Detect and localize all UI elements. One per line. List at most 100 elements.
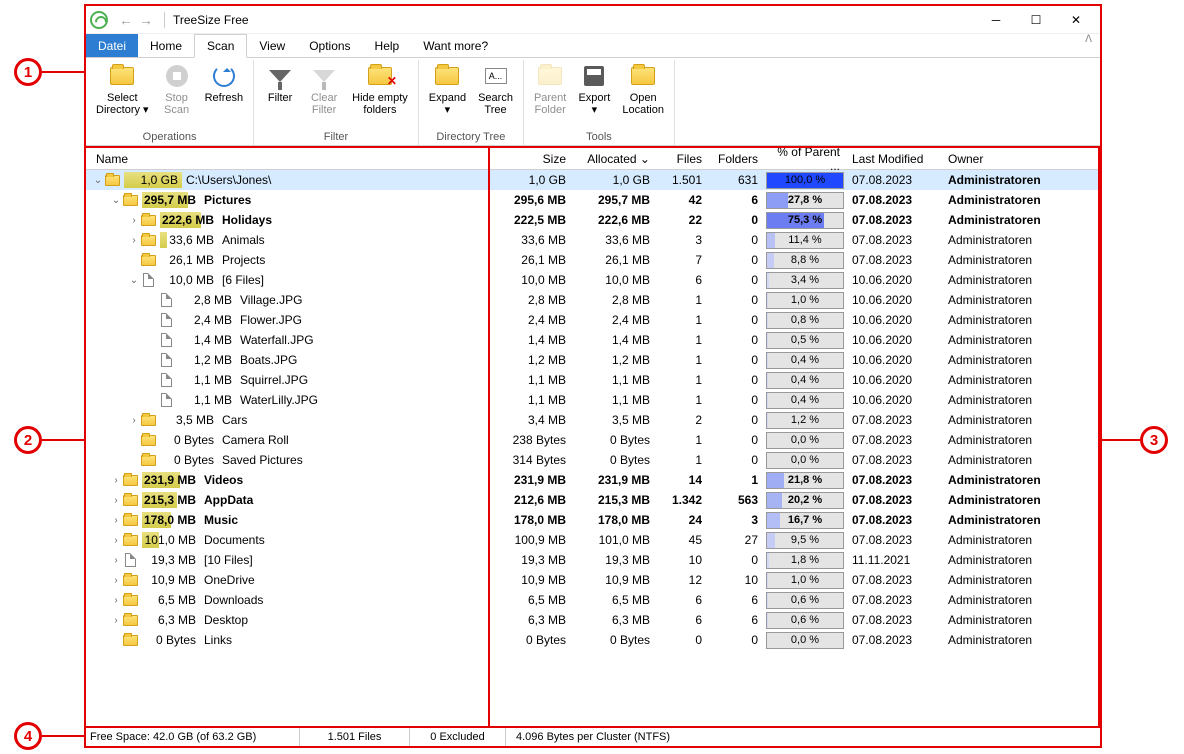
menu-options[interactable]: Options: [297, 34, 362, 57]
detail-row[interactable]: 178,0 MB178,0 MB24316,7 %07.08.2023Admin…: [490, 510, 1098, 530]
detail-row[interactable]: 238 Bytes0 Bytes100,0 %07.08.2023Adminis…: [490, 430, 1098, 450]
expand-toggle-icon[interactable]: ›: [110, 555, 122, 566]
export-button[interactable]: Export▾: [572, 60, 616, 131]
detail-row[interactable]: 1,4 MB1,4 MB100,5 %10.06.2020Administrat…: [490, 330, 1098, 350]
tree-row[interactable]: ›33,6 MBAnimals: [86, 230, 488, 250]
tree-row[interactable]: 2,8 MBVillage.JPG: [86, 290, 488, 310]
select-directory-button[interactable]: SelectDirectory ▾: [90, 60, 155, 131]
tree-row[interactable]: ›215,3 MBAppData: [86, 490, 488, 510]
col-folders[interactable]: Folders: [708, 152, 764, 166]
expand-toggle-icon[interactable]: ›: [128, 415, 140, 426]
detail-row[interactable]: 100,9 MB101,0 MB45279,5 %07.08.2023Admin…: [490, 530, 1098, 550]
tree-row[interactable]: ›3,5 MBCars: [86, 410, 488, 430]
stop-scan-button[interactable]: StopScan: [155, 60, 199, 131]
tree-row[interactable]: 1,2 MBBoats.JPG: [86, 350, 488, 370]
menu-home[interactable]: Home: [138, 34, 194, 57]
expand-toggle-icon[interactable]: ›: [128, 215, 140, 226]
tree-row[interactable]: 0 BytesCamera Roll: [86, 430, 488, 450]
tree-row[interactable]: ›6,3 MBDesktop: [86, 610, 488, 630]
minimize-button[interactable]: ─: [976, 7, 1016, 33]
tree-item-name: Desktop: [204, 613, 248, 627]
detail-row[interactable]: 1,0 GB1,0 GB1.501631100,0 %07.08.2023Adm…: [490, 170, 1098, 190]
cell-modified: 10.06.2020: [846, 333, 942, 347]
expand-toggle-icon[interactable]: ›: [110, 495, 122, 506]
filter-button[interactable]: Filter: [258, 60, 302, 131]
nav-back-icon[interactable]: ←: [119, 13, 133, 27]
detail-row[interactable]: 222,5 MB222,6 MB22075,3 %07.08.2023Admin…: [490, 210, 1098, 230]
menu-file[interactable]: Datei: [86, 34, 138, 57]
expand-toggle-icon[interactable]: ⌄: [110, 195, 122, 206]
tree-row[interactable]: ⌄1,0 GBC:\Users\Jones\: [86, 170, 488, 190]
detail-row[interactable]: 2,4 MB2,4 MB100,8 %10.06.2020Administrat…: [490, 310, 1098, 330]
col-name[interactable]: Name: [90, 152, 488, 166]
detail-row[interactable]: 6,3 MB6,3 MB660,6 %07.08.2023Administrat…: [490, 610, 1098, 630]
tree-row[interactable]: 0 BytesLinks: [86, 630, 488, 650]
expand-toggle-icon[interactable]: ⌄: [92, 175, 104, 186]
detail-row[interactable]: 231,9 MB231,9 MB14121,8 %07.08.2023Admin…: [490, 470, 1098, 490]
detail-row[interactable]: 19,3 MB19,3 MB1001,8 %11.11.2021Administ…: [490, 550, 1098, 570]
col-files[interactable]: Files: [656, 152, 708, 166]
col-percent[interactable]: % of Parent ...: [764, 148, 846, 173]
detail-row[interactable]: 295,6 MB295,7 MB42627,8 %07.08.2023Admin…: [490, 190, 1098, 210]
tree-row[interactable]: ›19,3 MB[10 Files]: [86, 550, 488, 570]
nav-forward-icon[interactable]: →: [139, 13, 153, 27]
detail-row[interactable]: 10,9 MB10,9 MB12101,0 %07.08.2023Adminis…: [490, 570, 1098, 590]
detail-row[interactable]: 10,0 MB10,0 MB603,4 %10.06.2020Administr…: [490, 270, 1098, 290]
collapse-ribbon-icon[interactable]: ᐱ: [1077, 34, 1100, 57]
detail-row[interactable]: 33,6 MB33,6 MB3011,4 %07.08.2023Administ…: [490, 230, 1098, 250]
col-allocated[interactable]: Allocated ⌄: [572, 152, 656, 166]
detail-row[interactable]: 1,1 MB1,1 MB100,4 %10.06.2020Administrat…: [490, 370, 1098, 390]
tree-row[interactable]: ›178,0 MBMusic: [86, 510, 488, 530]
detail-row[interactable]: 1,1 MB1,1 MB100,4 %10.06.2020Administrat…: [490, 390, 1098, 410]
col-owner[interactable]: Owner: [942, 152, 1064, 166]
tree-row[interactable]: 26,1 MBProjects: [86, 250, 488, 270]
tree-row[interactable]: ›231,9 MBVideos: [86, 470, 488, 490]
detail-row[interactable]: 2,8 MB2,8 MB101,0 %10.06.2020Administrat…: [490, 290, 1098, 310]
detail-row[interactable]: 6,5 MB6,5 MB660,6 %07.08.2023Administrat…: [490, 590, 1098, 610]
tree-row[interactable]: ⌄10,0 MB[6 Files]: [86, 270, 488, 290]
parent-folder-button[interactable]: ParentFolder: [528, 60, 572, 131]
menu-scan[interactable]: Scan: [194, 34, 247, 58]
expand-toggle-icon[interactable]: ›: [128, 235, 140, 246]
detail-row[interactable]: 212,6 MB215,3 MB1.34256320,2 %07.08.2023…: [490, 490, 1098, 510]
col-modified[interactable]: Last Modified: [846, 152, 942, 166]
expand-button[interactable]: Expand▾: [423, 60, 472, 131]
expand-toggle-icon[interactable]: ›: [110, 535, 122, 546]
tree-row[interactable]: ›101,0 MBDocuments: [86, 530, 488, 550]
expand-toggle-icon[interactable]: ›: [110, 595, 122, 606]
detail-row[interactable]: 314 Bytes0 Bytes100,0 %07.08.2023Adminis…: [490, 450, 1098, 470]
tree-row[interactable]: ›10,9 MBOneDrive: [86, 570, 488, 590]
detail-row[interactable]: 0 Bytes0 Bytes000,0 %07.08.2023Administr…: [490, 630, 1098, 650]
cell-modified: 07.08.2023: [846, 513, 942, 527]
expand-toggle-icon[interactable]: ›: [110, 575, 122, 586]
cell-modified: 07.08.2023: [846, 253, 942, 267]
expand-toggle-icon[interactable]: ›: [110, 615, 122, 626]
tree-row[interactable]: 2,4 MBFlower.JPG: [86, 310, 488, 330]
menu-want-more[interactable]: Want more?: [411, 34, 500, 57]
col-size[interactable]: Size: [490, 152, 572, 166]
tree-row[interactable]: ⌄295,7 MBPictures: [86, 190, 488, 210]
menu-view[interactable]: View: [247, 34, 297, 57]
open-location-button[interactable]: OpenLocation: [616, 60, 670, 131]
menu-help[interactable]: Help: [363, 34, 412, 57]
tree-size-cell: 178,0 MB: [142, 511, 200, 529]
detail-row[interactable]: 26,1 MB26,1 MB708,8 %07.08.2023Administr…: [490, 250, 1098, 270]
hide-empty-button[interactable]: ✕ Hide emptyfolders: [346, 60, 414, 131]
expand-toggle-icon[interactable]: ›: [110, 475, 122, 486]
expand-toggle-icon[interactable]: ›: [110, 515, 122, 526]
detail-row[interactable]: 1,2 MB1,2 MB100,4 %10.06.2020Administrat…: [490, 350, 1098, 370]
close-button[interactable]: ✕: [1056, 7, 1096, 33]
expand-toggle-icon[interactable]: ⌄: [128, 275, 140, 286]
tree-row[interactable]: ›6,5 MBDownloads: [86, 590, 488, 610]
maximize-button[interactable]: ☐: [1016, 7, 1056, 33]
tree-row[interactable]: 1,4 MBWaterfall.JPG: [86, 330, 488, 350]
clear-filter-button[interactable]: ClearFilter: [302, 60, 346, 131]
tree-row[interactable]: ›222,6 MBHolidays: [86, 210, 488, 230]
expand-icon: [433, 62, 461, 90]
tree-row[interactable]: 1,1 MBSquirrel.JPG: [86, 370, 488, 390]
refresh-button[interactable]: Refresh: [199, 60, 250, 131]
tree-row[interactable]: 1,1 MBWaterLilly.JPG: [86, 390, 488, 410]
tree-row[interactable]: 0 BytesSaved Pictures: [86, 450, 488, 470]
search-tree-button[interactable]: A... SearchTree: [472, 60, 519, 131]
detail-row[interactable]: 3,4 MB3,5 MB201,2 %07.08.2023Administrat…: [490, 410, 1098, 430]
